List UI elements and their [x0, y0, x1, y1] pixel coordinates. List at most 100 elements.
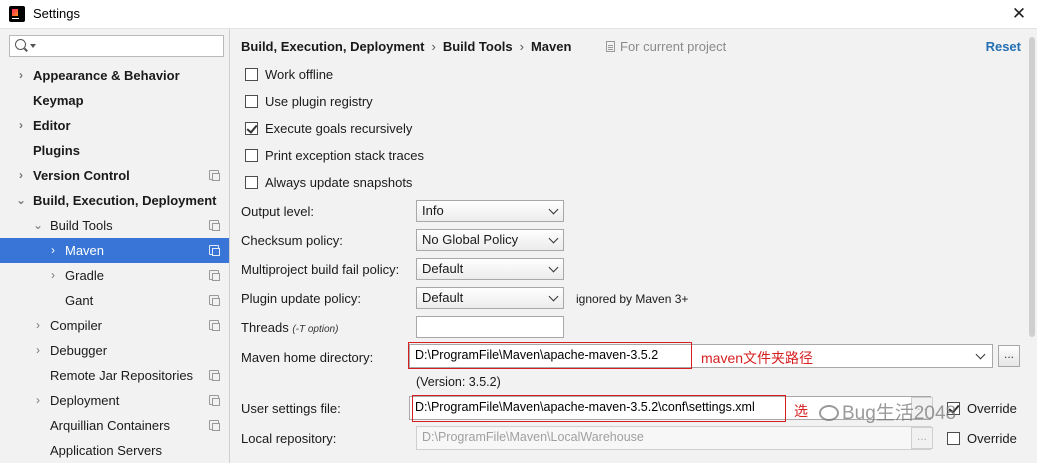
chevron-down-icon[interactable]: ⌄ — [32, 213, 44, 238]
chevron-down-icon — [548, 204, 559, 215]
output-level-label: Output level: — [241, 204, 314, 219]
chevron-down-icon — [548, 233, 559, 244]
sidebar-item-label: Keymap — [33, 93, 84, 108]
checksum-policy-select[interactable]: No Global Policy — [416, 229, 564, 251]
sidebar-item-label: Remote Jar Repositories — [50, 368, 194, 383]
sidebar-item-build-execution-deployment[interactable]: ⌄ Build, Execution, Deployment — [0, 188, 229, 213]
sidebar-item-label: Editor — [33, 118, 71, 133]
chevron-right-icon[interactable]: › — [47, 238, 59, 263]
reset-link[interactable]: Reset — [986, 39, 1021, 54]
sidebar-item-label: Compiler — [50, 318, 103, 333]
sidebar-item-label: Deployment — [50, 393, 120, 408]
breadcrumb-item: Maven — [530, 39, 572, 54]
title-bar: Settings ✕ — [0, 0, 1037, 29]
sidebar-item-label: Build, Execution, Deployment — [33, 193, 217, 208]
sidebar-item-appearance[interactable]: › Appearance & Behavior — [0, 63, 229, 88]
close-icon[interactable]: ✕ — [1009, 4, 1029, 24]
chevron-down-icon[interactable] — [975, 349, 986, 360]
chevron-right-icon[interactable]: › — [15, 63, 27, 88]
checkbox-label: Override — [967, 431, 1017, 446]
search-icon — [15, 39, 26, 50]
sidebar-item-label: Arquillian Containers — [50, 418, 170, 433]
local-repository-value: D:\ProgramFile\Maven\LocalWarehouse — [422, 430, 644, 444]
chevron-right-icon[interactable]: › — [15, 163, 27, 188]
chevron-down-icon[interactable]: ⌄ — [15, 188, 27, 213]
plugin-update-policy-label: Plugin update policy: — [241, 291, 361, 306]
settings-sidebar: › Appearance & Behavior Keymap › Editor … — [0, 29, 230, 463]
checkbox-box[interactable] — [245, 176, 258, 189]
checkbox-box[interactable] — [245, 68, 258, 81]
project-scope-icon — [606, 41, 615, 52]
sidebar-item-label: Application Servers — [50, 443, 162, 458]
multiproject-fail-policy-select[interactable]: Default — [416, 258, 564, 280]
user-settings-label: User settings file: — [241, 401, 341, 416]
sidebar-item-label: Maven — [65, 243, 105, 258]
maven-version-label: (Version: 3.5.2) — [416, 375, 501, 389]
checkbox-box[interactable] — [245, 95, 258, 108]
vertical-scrollbar[interactable] — [1027, 29, 1037, 463]
project-scope-icon — [209, 270, 220, 281]
plugin-update-policy-select[interactable]: Default — [416, 287, 564, 309]
sidebar-item-arquillian-containers[interactable]: Arquillian Containers — [0, 413, 229, 438]
sidebar-item-editor[interactable]: › Editor — [0, 113, 229, 138]
wechat-logo-icon — [819, 405, 839, 421]
checkbox-label: Execute goals recursively — [265, 121, 413, 136]
local-repository-field[interactable]: D:\ProgramFile\Maven\LocalWarehouse — [416, 426, 931, 450]
sidebar-item-label: Debugger — [50, 343, 108, 358]
select-value: Default — [422, 261, 464, 276]
project-scope-icon — [209, 395, 220, 406]
window-title: Settings — [33, 6, 80, 21]
chevron-right-icon[interactable]: › — [32, 338, 44, 363]
project-scope-icon — [209, 420, 220, 431]
maven-home-annotation: maven文件夹路径 — [701, 350, 814, 366]
sidebar-item-version-control[interactable]: › Version Control — [0, 163, 229, 188]
project-scope-icon — [209, 370, 220, 381]
search-options-dropdown-icon[interactable] — [30, 44, 36, 48]
select-value: Info — [422, 203, 444, 218]
sidebar-item-remote-jar-repositories[interactable]: Remote Jar Repositories — [0, 363, 229, 388]
scope-indicator: For current project — [606, 39, 726, 54]
chevron-down-icon — [548, 291, 559, 302]
sidebar-item-build-tools[interactable]: ⌄ Build Tools — [0, 213, 229, 238]
settings-search[interactable] — [9, 35, 224, 57]
project-scope-icon — [209, 220, 220, 231]
local-repository-browse-button[interactable]: ... — [911, 427, 933, 449]
sidebar-item-label: Gant — [65, 293, 94, 308]
project-scope-icon — [209, 295, 220, 306]
chevron-right-icon[interactable]: › — [15, 113, 27, 138]
sidebar-item-maven[interactable]: › Maven — [0, 238, 229, 263]
threads-label: Threads (-T option) — [241, 320, 338, 335]
sidebar-item-gradle[interactable]: › Gradle — [0, 263, 229, 288]
scrollbar-thumb[interactable] — [1029, 37, 1035, 337]
threads-input[interactable] — [416, 316, 564, 338]
checkbox-box[interactable] — [245, 149, 258, 162]
maven3-ignored-note: ignored by Maven 3+ — [576, 292, 689, 306]
breadcrumb: Build, Execution, Deployment › Build Tools… — [241, 39, 571, 54]
checksum-policy-label: Checksum policy: — [241, 233, 343, 248]
maven-home-browse-button[interactable]: ... — [998, 345, 1020, 367]
settings-annotation: 选 — [794, 403, 808, 419]
sidebar-item-gant[interactable]: Gant — [0, 288, 229, 313]
sidebar-item-compiler[interactable]: › Compiler — [0, 313, 229, 338]
sidebar-item-deployment[interactable]: › Deployment — [0, 388, 229, 413]
local-repository-label: Local repository: — [241, 431, 337, 446]
sidebar-item-keymap[interactable]: Keymap — [0, 88, 229, 113]
chevron-right-icon[interactable]: › — [47, 263, 59, 288]
maven-home-label: Maven home directory: — [241, 350, 374, 365]
output-level-select[interactable]: Info — [416, 200, 564, 222]
checkbox-box[interactable] — [947, 432, 960, 445]
search-input[interactable] — [38, 37, 218, 55]
chevron-right-icon[interactable]: › — [32, 313, 44, 338]
maven-home-value: D:\ProgramFile\Maven\apache-maven-3.5.2 — [415, 348, 659, 362]
sidebar-item-label: Appearance & Behavior — [33, 68, 180, 83]
sidebar-item-debugger[interactable]: › Debugger — [0, 338, 229, 363]
sidebar-item-plugins[interactable]: Plugins — [0, 138, 229, 163]
chevron-right-icon[interactable]: › — [32, 388, 44, 413]
threads-hint: (-T option) — [292, 324, 339, 335]
watermark: Bug生活2048 — [819, 398, 956, 425]
project-scope-icon — [209, 320, 220, 331]
checkbox-box[interactable] — [245, 122, 258, 135]
watermark-text: Bug生活2048 — [842, 403, 957, 424]
project-scope-icon — [209, 245, 220, 256]
sidebar-item-application-servers[interactable]: Application Servers — [0, 438, 229, 463]
